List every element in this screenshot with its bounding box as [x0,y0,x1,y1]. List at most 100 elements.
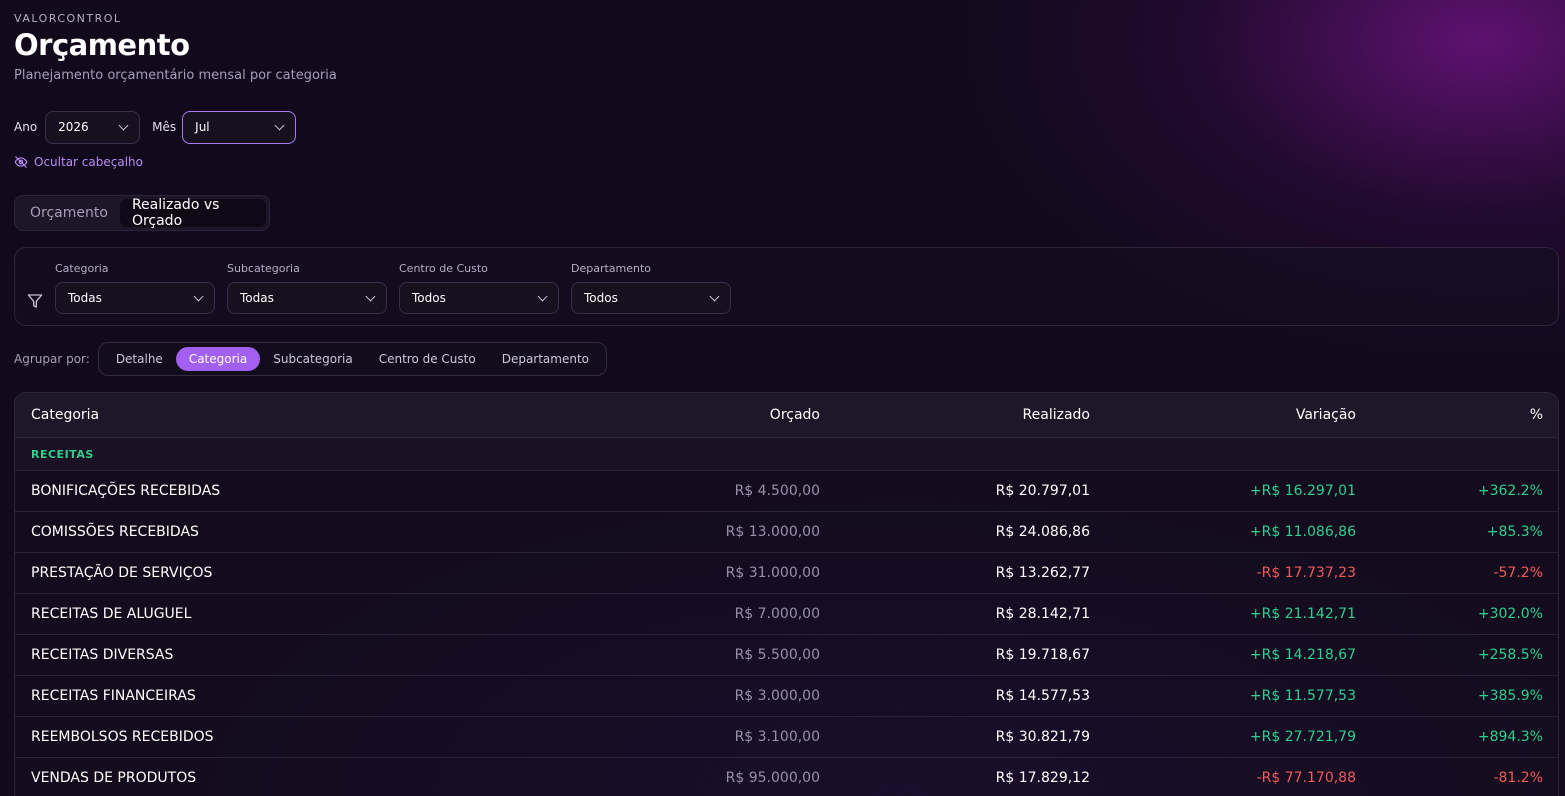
filter-value: Todos [412,291,446,305]
row-percent: -57.2% [1493,565,1543,581]
row-actual: R$ 24.086,86 [995,524,1090,540]
row-percent: +85.3% [1486,524,1543,540]
table-row[interactable]: RECEITAS DIVERSAS R$ 5.500,00 R$ 19.718,67… [15,635,1558,676]
subcategoria-select[interactable]: Todas [227,282,387,314]
chevron-down-icon [118,120,129,130]
chevron-down-icon [274,120,285,130]
table-row[interactable]: COMISSÕES RECEBIDAS R$ 13.000,00 R$ 24.086… [15,512,1558,553]
categoria-select[interactable]: Todas [55,282,215,314]
filter-label: Departamento [571,262,652,275]
row-category: REEMBOLSOS RECEBIDOS [31,729,214,745]
eye-off-icon [14,156,28,168]
row-actual: R$ 28.142,71 [995,606,1090,622]
row-category: RECEITAS DIVERSAS [31,647,174,663]
column-header-percent[interactable]: % [1356,407,1543,423]
row-budget: R$ 3.100,00 [734,729,820,745]
row-category: RECEITAS FINANCEIRAS [31,688,196,704]
row-budget: R$ 7.000,00 [734,606,820,622]
centro-de-custo-select[interactable]: Todos [399,282,559,314]
table-row[interactable]: PRESTAÇÃO DE SERVIÇOS R$ 31.000,00 R$ 13.2… [15,553,1558,594]
section-header-receitas: RECEITAS [15,438,1558,471]
departamento-select[interactable]: Todos [571,282,731,314]
row-variance: +R$ 14.218,67 [1249,647,1356,663]
row-actual: R$ 20.797,01 [995,483,1090,499]
hide-header-link[interactable]: Ocultar cabeçalho [14,155,143,169]
table-row[interactable]: VENDAS DE PRODUTOS R$ 95.000,00 R$ 17.829,… [15,758,1558,796]
column-header-realizado[interactable]: Realizado [820,407,1090,423]
row-percent: +258.5% [1477,647,1543,663]
filter-categoria: Categoria Todas [55,262,215,314]
row-percent: +302.0% [1477,606,1543,622]
filter-departamento: Departamento Todos [571,262,731,314]
group-option-departamento[interactable]: Departamento [489,347,602,371]
month-value: Jul [195,120,210,134]
row-percent: +894.3% [1477,729,1543,745]
column-header-variacao[interactable]: Variação [1090,407,1356,423]
column-header-orcado[interactable]: Orçado [575,407,820,423]
row-budget: R$ 95.000,00 [725,770,820,786]
year-label: Ano [14,120,38,134]
row-variance: -R$ 17.737,23 [1256,565,1356,581]
page-title: Orçamento [14,28,190,62]
year-select[interactable]: 2026 [45,110,141,144]
table-header: Categoria Orçado Realizado Variação % [15,393,1558,438]
group-option-centro-de-custo[interactable]: Centro de Custo [366,347,489,371]
filter-icon [27,294,43,308]
month-select[interactable]: Jul [182,110,297,144]
group-option-categoria[interactable]: Categoria [175,347,261,371]
filter-label: Subcategoria [227,262,300,275]
row-variance: +R$ 27.721,79 [1249,729,1356,745]
row-budget: R$ 13.000,00 [725,524,820,540]
filter-value: Todos [584,291,618,305]
month-label: Mês [152,120,177,134]
filter-subcategoria: Subcategoria Todas [227,262,387,314]
tab-realizado-vs-orcado[interactable]: Realizado vs Orçado [119,197,266,229]
row-budget: R$ 3.000,00 [734,688,820,704]
column-header-categoria[interactable]: Categoria [15,407,575,423]
table-row[interactable]: BONIFICAÇÕES RECEBIDAS R$ 4.500,00 R$ 20.7… [15,471,1558,512]
page-subtitle: Planejamento orçamentário mensal por cat… [14,68,337,83]
row-variance: +R$ 16.297,01 [1249,483,1356,499]
row-category: BONIFICAÇÕES RECEBIDAS [31,483,221,499]
group-option-subcategoria[interactable]: Subcategoria [260,347,365,371]
row-actual: R$ 17.829,12 [995,770,1090,786]
group-by-segmented: Detalhe Categoria Subcategoria Centro de… [97,342,608,376]
row-actual: R$ 13.262,77 [995,565,1090,581]
row-category: PRESTAÇÃO DE SERVIÇOS [31,565,213,581]
row-percent: +362.2% [1477,483,1543,499]
row-actual: R$ 19.718,67 [995,647,1090,663]
row-variance: -R$ 77.170,88 [1256,770,1356,786]
table-body: BONIFICAÇÕES RECEBIDAS R$ 4.500,00 R$ 20.7… [15,471,1558,796]
row-actual: R$ 14.577,53 [995,688,1090,704]
chevron-down-icon [193,291,204,301]
filters-panel: Categoria Todas Subcategoria Todas Centr… [14,247,1559,326]
filter-value: Todas [240,291,274,305]
filter-label: Centro de Custo [399,262,488,275]
filter-value: Todas [68,291,102,305]
row-category: COMISSÕES RECEBIDAS [31,524,199,540]
budget-table: Categoria Orçado Realizado Variação % RE… [14,392,1559,796]
table-row[interactable]: RECEITAS FINANCEIRAS R$ 3.000,00 R$ 14.577… [15,676,1558,717]
row-percent: -81.2% [1493,770,1543,786]
tab-orcamento[interactable]: Orçamento [18,199,120,227]
brand-label: VALORCONTROL [14,12,122,25]
row-budget: R$ 31.000,00 [725,565,820,581]
hide-header-label: Ocultar cabeçalho [34,155,143,169]
group-by-label: Agrupar por: [14,352,90,366]
row-category: VENDAS DE PRODUTOS [31,770,197,786]
group-option-detalhe[interactable]: Detalhe [103,347,176,371]
row-variance: +R$ 11.086,86 [1249,524,1356,540]
row-budget: R$ 4.500,00 [734,483,820,499]
table-row[interactable]: RECEITAS DE ALUGUEL R$ 7.000,00 R$ 28.142,… [15,594,1558,635]
row-variance: +R$ 21.142,71 [1249,606,1356,622]
row-category: RECEITAS DE ALUGUEL [31,606,192,622]
filter-centro-de-custo: Centro de Custo Todos [399,262,559,314]
row-actual: R$ 30.821,79 [995,729,1090,745]
year-value: 2026 [58,120,89,134]
group-by-bar: Agrupar por: Detalhe Categoria Subcatego… [14,342,608,376]
chevron-down-icon [537,291,548,301]
table-row[interactable]: REEMBOLSOS RECEBIDOS R$ 3.100,00 R$ 30.821… [15,717,1558,758]
chevron-down-icon [709,291,720,301]
chevron-down-icon [365,291,376,301]
row-budget: R$ 5.500,00 [734,647,820,663]
